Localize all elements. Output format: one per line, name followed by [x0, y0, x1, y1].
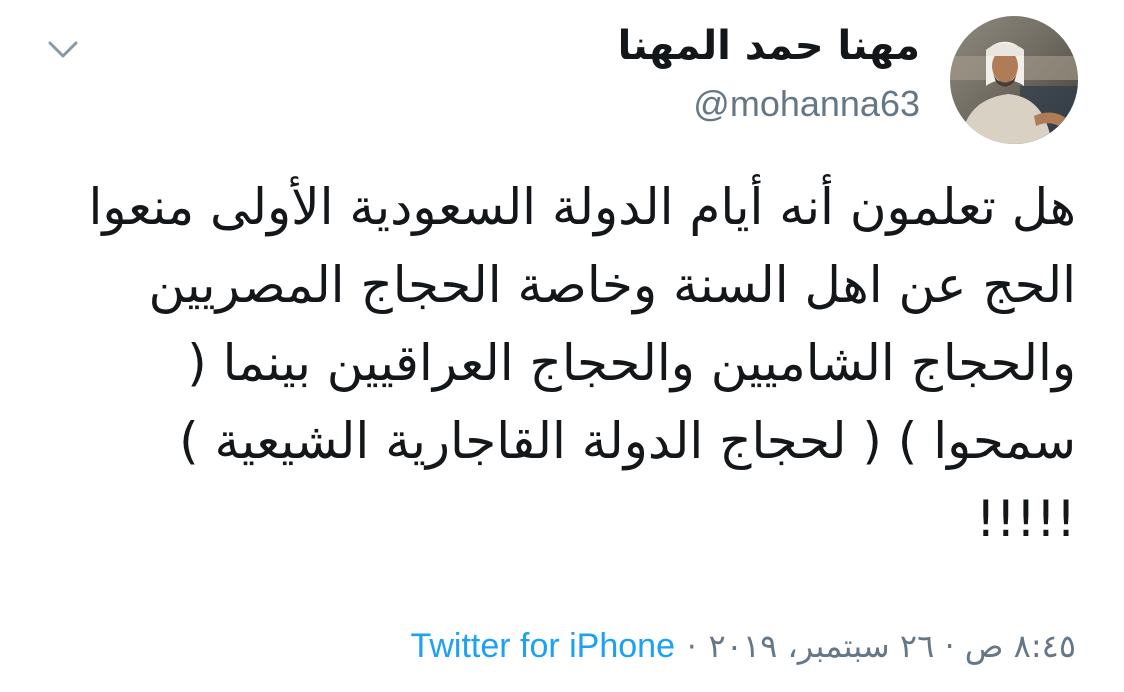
tweet-header: مهنا حمد المهنا @mohanna63 — [400, 22, 920, 126]
tweet-text-line: الحج عن اهل السنة وخاصة الحجاج المصريين — [148, 256, 1076, 314]
user-photo-avatar-icon — [950, 16, 1078, 144]
tweet-text-line: !!!!! — [975, 490, 1076, 548]
avatar[interactable] — [950, 16, 1078, 144]
chevron-down-icon[interactable] — [46, 36, 80, 62]
user-handle[interactable]: @mohanna63 — [400, 82, 920, 126]
tweet-text-line: هل تعلمون أنه أيام الدولة السعودية الأول… — [88, 178, 1076, 236]
source-link[interactable]: Twitter for iPhone — [410, 627, 675, 665]
tweet-text-line: والحجاج الشاميين والحجاج العراقيين بينما… — [187, 334, 1076, 392]
tweet-text: هل تعلمون أنه أيام الدولة السعودية الأول… — [46, 168, 1076, 558]
timestamp[interactable]: ٨:٤٥ ص · ٢٦ سبتمبر، ٢٠١٩ — [709, 627, 1076, 665]
tweet-text-line: سمحوا ) ( لحجاج الدولة القاجارية الشيعية… — [179, 412, 1076, 470]
separator-dot: · — [687, 630, 697, 665]
tweet-card: مهنا حمد المهنا @mohanna63 هل تعلمون أنه — [0, 0, 1124, 692]
display-name[interactable]: مهنا حمد المهنا — [400, 22, 920, 70]
tweet-footer: ٨:٤٥ ص · ٢٦ سبتمبر، ٢٠١٩ · Twitter for iPh… — [410, 622, 1076, 672]
